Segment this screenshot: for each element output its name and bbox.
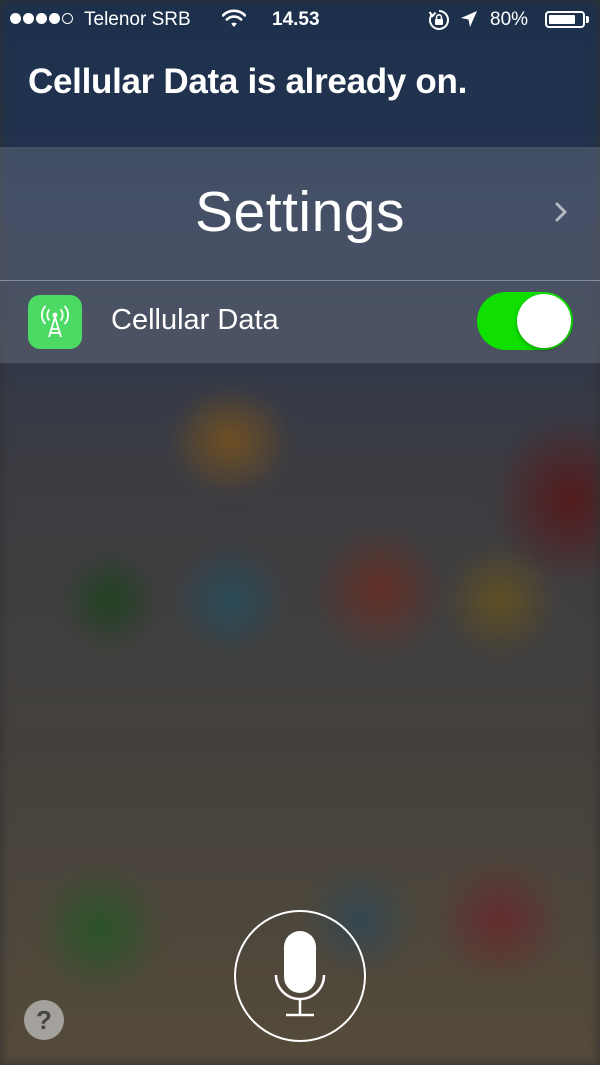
battery-icon (545, 11, 589, 28)
rotation-lock-icon (428, 9, 450, 37)
cellular-data-toggle[interactable] (477, 292, 573, 350)
microphone-icon (274, 931, 326, 1017)
cellular-data-label: Cellular Data (111, 304, 279, 336)
signal-strength-icon (10, 13, 73, 24)
location-arrow-icon (460, 10, 478, 34)
cellular-antenna-icon (28, 295, 82, 349)
battery-level-fill (549, 15, 575, 24)
status-bar: Telenor SRB 14.53 80% (0, 0, 600, 40)
clock-time: 14.53 (272, 9, 320, 30)
siri-response-text: Cellular Data is already on. (28, 62, 467, 101)
toggle-knob[interactable] (517, 294, 571, 348)
battery-percentage: 80% (490, 9, 529, 30)
chevron-right-icon (550, 201, 572, 223)
help-button[interactable]: ? (24, 1000, 64, 1040)
card-title: Settings (195, 179, 405, 244)
wifi-icon (221, 9, 247, 35)
settings-card: Settings Cellular Data (0, 147, 600, 363)
carrier-name: Telenor SRB (84, 9, 191, 30)
siri-microphone-button[interactable] (234, 910, 366, 1042)
cellular-data-row: Cellular Data (0, 281, 600, 363)
open-settings-button[interactable]: Settings (0, 147, 600, 280)
